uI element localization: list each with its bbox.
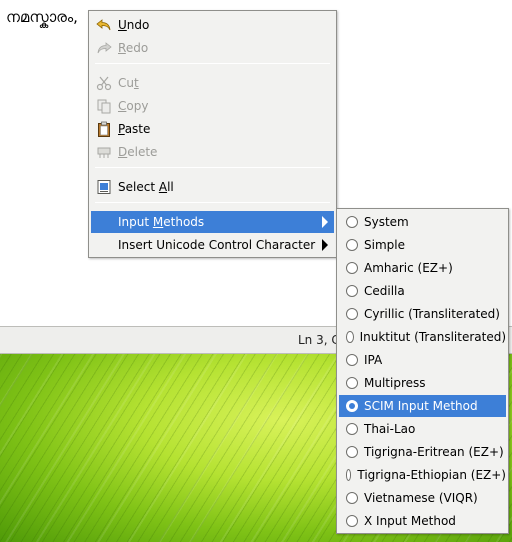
menu-separator bbox=[95, 202, 330, 203]
undo-icon bbox=[96, 17, 112, 33]
input-method-item[interactable]: Vietnamese (VIQR) bbox=[339, 487, 506, 509]
input-method-label: Tigrigna-Eritrean (EZ+) bbox=[364, 445, 504, 459]
input-method-label: X Input Method bbox=[364, 514, 456, 528]
input-method-item[interactable]: Simple bbox=[339, 234, 506, 256]
radio-checked-icon bbox=[346, 400, 358, 412]
radio-unchecked-icon bbox=[346, 239, 358, 251]
undo-menu-item[interactable]: Undo bbox=[91, 14, 334, 36]
input-method-label: IPA bbox=[364, 353, 383, 367]
radio-unchecked-icon bbox=[346, 492, 358, 504]
radio-unchecked-icon bbox=[346, 423, 358, 435]
input-method-item[interactable]: IPA bbox=[339, 349, 506, 371]
input-method-label: SCIM Input Method bbox=[364, 399, 478, 413]
input-method-item[interactable]: Multipress bbox=[339, 372, 506, 394]
radio-unchecked-icon bbox=[346, 354, 358, 366]
input-method-item[interactable]: Inuktitut (Transliterated) bbox=[339, 326, 506, 348]
input-method-label: Vietnamese (VIQR) bbox=[364, 491, 478, 505]
input-method-item[interactable]: Cyrillic (Transliterated) bbox=[339, 303, 506, 325]
submenu-arrow-icon bbox=[322, 239, 328, 251]
input-method-item[interactable]: Thai-Lao bbox=[339, 418, 506, 440]
input-method-label: Inuktitut (Transliterated) bbox=[359, 330, 506, 344]
select-all-menu-item[interactable]: Select All bbox=[91, 176, 334, 198]
radio-unchecked-icon bbox=[346, 515, 358, 527]
copy-menu-item[interactable]: Copy bbox=[91, 95, 334, 117]
radio-unchecked-icon bbox=[346, 285, 358, 297]
clipboard-icon bbox=[96, 121, 112, 137]
radio-unchecked-icon bbox=[346, 216, 358, 228]
input-method-label: System bbox=[364, 215, 409, 229]
radio-unchecked-icon bbox=[346, 331, 354, 343]
input-method-label: Simple bbox=[364, 238, 405, 252]
input-method-item[interactable]: Amharic (EZ+) bbox=[339, 257, 506, 279]
redo-menu-item[interactable]: Redo bbox=[91, 37, 334, 59]
menu-separator bbox=[95, 167, 330, 168]
context-menu: Undo Redo Cut Copy Paste Delete Select A… bbox=[88, 10, 337, 258]
input-method-item[interactable]: System bbox=[339, 211, 506, 233]
insert-unicode-menu-item[interactable]: Insert Unicode Control Character bbox=[91, 234, 334, 256]
scissors-icon bbox=[96, 75, 112, 91]
select-all-icon bbox=[96, 179, 112, 195]
copy-icon bbox=[96, 98, 112, 114]
input-method-label: Amharic (EZ+) bbox=[364, 261, 453, 275]
delete-icon bbox=[96, 144, 112, 160]
cursor-position: Ln 3, C bbox=[298, 333, 340, 347]
input-method-item[interactable]: SCIM Input Method bbox=[339, 395, 506, 417]
paste-menu-item[interactable]: Paste bbox=[91, 118, 334, 140]
submenu-arrow-icon bbox=[322, 216, 328, 228]
input-method-label: Thai-Lao bbox=[364, 422, 416, 436]
radio-unchecked-icon bbox=[346, 469, 352, 481]
editor-content[interactable]: നമസ്കാരം, bbox=[6, 8, 78, 26]
redo-icon bbox=[96, 40, 112, 56]
radio-unchecked-icon bbox=[346, 446, 358, 458]
radio-unchecked-icon bbox=[346, 377, 358, 389]
input-method-item[interactable]: Tigrigna-Ethiopian (EZ+) bbox=[339, 464, 506, 486]
radio-unchecked-icon bbox=[346, 262, 358, 274]
input-method-item[interactable]: Tigrigna-Eritrean (EZ+) bbox=[339, 441, 506, 463]
input-methods-menu-item[interactable]: Input Methods bbox=[91, 211, 334, 233]
input-method-label: Cedilla bbox=[364, 284, 405, 298]
input-method-label: Multipress bbox=[364, 376, 426, 390]
delete-menu-item[interactable]: Delete bbox=[91, 141, 334, 163]
input-methods-submenu: System Simple Amharic (EZ+) Cedilla Cyrillic… bbox=[336, 208, 509, 534]
input-method-item[interactable]: X Input Method bbox=[339, 510, 506, 532]
input-method-label: Cyrillic (Transliterated) bbox=[364, 307, 500, 321]
cut-menu-item[interactable]: Cut bbox=[91, 72, 334, 94]
menu-separator bbox=[95, 63, 330, 64]
input-method-item[interactable]: Cedilla bbox=[339, 280, 506, 302]
radio-unchecked-icon bbox=[346, 308, 358, 320]
input-method-label: Tigrigna-Ethiopian (EZ+) bbox=[357, 468, 506, 482]
